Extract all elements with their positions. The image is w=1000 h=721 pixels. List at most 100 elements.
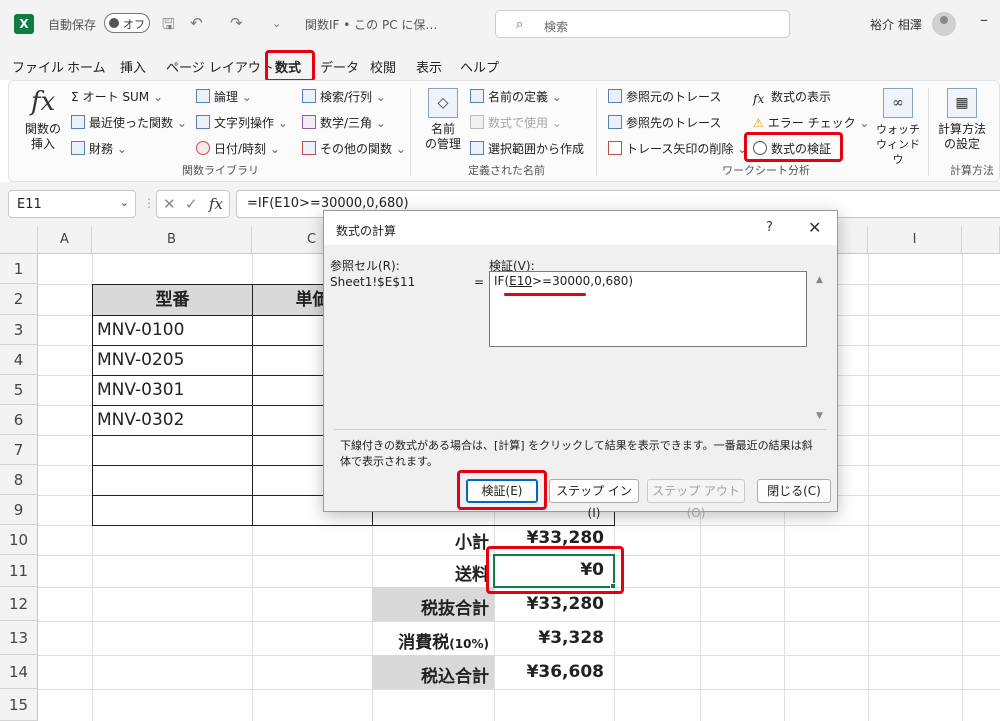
tab-file[interactable]: ファイル xyxy=(12,57,64,76)
tab-help[interactable]: ヘルプ xyxy=(460,57,499,76)
tax-value[interactable]: ¥3,328 xyxy=(494,628,604,648)
model-cell[interactable]: MNV-0205 xyxy=(92,345,253,376)
tax-label[interactable]: 消費税(10%) xyxy=(372,628,489,653)
header-model[interactable]: 型番 xyxy=(92,284,253,316)
tab-page-layout[interactable]: ページ レイアウト xyxy=(166,57,274,76)
evaluation-box[interactable]: IF(E10>=30000,0,680) xyxy=(489,271,807,347)
recent-functions-button[interactable]: 最近使った関数 ⌄ xyxy=(71,114,187,131)
scroll-up-icon[interactable]: ▲ xyxy=(816,275,823,285)
autosave-toggle-label: オフ xyxy=(123,18,145,31)
scroll-down-icon[interactable]: ▼ xyxy=(816,411,823,421)
error-checking-button[interactable]: ⚠ エラー チェック ⌄ xyxy=(753,114,869,131)
more-functions-button[interactable]: その他の関数 ⌄ xyxy=(302,140,406,157)
redo-icon[interactable]: ↷ xyxy=(230,14,243,32)
model-cell[interactable]: MNV-0302 xyxy=(92,405,253,436)
name-manager-button[interactable]: ◇ 名前 の管理 xyxy=(420,88,466,152)
row-header-6[interactable]: 6 xyxy=(0,405,38,435)
insert-function-button[interactable]: fx 関数の 挿入 xyxy=(20,88,66,152)
model-cell[interactable] xyxy=(92,495,253,526)
evaluation-scrollbar[interactable]: ▲ ▼ xyxy=(814,269,830,427)
row-header-13[interactable]: 13 xyxy=(0,621,38,655)
create-from-selection-button[interactable]: 選択範囲から作成 xyxy=(470,140,584,157)
remove-arrows-button[interactable]: トレース矢印の削除 ⌄ xyxy=(608,140,747,157)
close-button[interactable]: 閉じる(C) xyxy=(757,479,831,503)
shipping-label[interactable]: 送料 xyxy=(372,560,489,585)
trace-dependents-button[interactable]: 参照先のトレース xyxy=(608,114,721,131)
math-button[interactable]: 数学/三角 ⌄ xyxy=(302,114,386,131)
text-functions-button[interactable]: 文字列操作 ⌄ xyxy=(196,114,288,131)
select-all-corner[interactable] xyxy=(0,226,38,254)
column-header-i[interactable]: I xyxy=(868,226,962,254)
user-name[interactable]: 裕介 相澤 xyxy=(870,16,922,33)
use-in-formula-button[interactable]: 数式で使用 ⌄ xyxy=(470,114,562,131)
subtotal-value[interactable]: ¥33,280 xyxy=(494,528,604,548)
enter-icon[interactable]: ✓ xyxy=(185,195,198,213)
cancel-icon[interactable]: ✕ xyxy=(163,195,176,213)
selected-cell-e11[interactable] xyxy=(493,554,615,588)
formula-auditing-group-label: ワークシート分析 xyxy=(722,164,810,177)
customize-qat-icon[interactable]: ⌄ xyxy=(272,17,281,30)
clock-icon xyxy=(196,141,210,155)
dialog-title-bar[interactable]: 数式の計算 ? ✕ xyxy=(324,211,837,245)
document-title[interactable]: 関数IF • この PC に保… xyxy=(305,16,437,33)
row-header-9[interactable]: 9 xyxy=(0,495,38,525)
tab-home[interactable]: ホーム xyxy=(67,57,106,76)
avatar[interactable] xyxy=(932,12,956,36)
save-icon[interactable]: 🖫 xyxy=(162,14,175,39)
total-label[interactable]: 税込合計 xyxy=(372,662,489,687)
pretax-value[interactable]: ¥33,280 xyxy=(494,594,604,614)
show-formulas-button[interactable]: fx 数式の表示 xyxy=(753,88,831,106)
column-header-b[interactable]: B xyxy=(92,226,252,254)
row-header-2[interactable]: 2 xyxy=(0,284,38,315)
ribbon-separator xyxy=(596,88,597,176)
financial-button[interactable]: 財務 ⌄ xyxy=(71,140,127,157)
trace-precedents-button[interactable]: 参照元のトレース xyxy=(608,88,721,105)
tab-data[interactable]: データ xyxy=(320,57,359,76)
insert-function-icon[interactable]: fx xyxy=(209,195,223,213)
column-header-j[interactable] xyxy=(962,226,1000,254)
tab-insert[interactable]: 挿入 xyxy=(120,57,146,76)
tax-rate: (10%) xyxy=(449,637,489,651)
define-name-button[interactable]: 名前の定義 ⌄ xyxy=(470,88,562,105)
close-icon[interactable]: ✕ xyxy=(808,218,821,237)
row-header-14[interactable]: 14 xyxy=(0,655,38,689)
row-header-7[interactable]: 7 xyxy=(0,435,38,465)
lookup-button[interactable]: 検索/行列 ⌄ xyxy=(302,88,386,105)
row-header-8[interactable]: 8 xyxy=(0,465,38,495)
subtotal-label[interactable]: 小計 xyxy=(372,528,489,553)
model-cell[interactable] xyxy=(92,465,253,496)
pretax-label[interactable]: 税抜合計 xyxy=(372,594,489,619)
autosave-toggle[interactable]: オフ xyxy=(104,13,150,33)
evaluate-formula-button[interactable]: 数式の検証 xyxy=(753,140,831,157)
search-box[interactable]: ⌕ 検索 xyxy=(495,10,790,38)
calculation-options-button[interactable]: ▦ 計算方法 の設定 xyxy=(934,88,990,152)
model-cell[interactable] xyxy=(92,435,253,466)
tab-review[interactable]: 校閲 xyxy=(370,57,396,76)
logical-button[interactable]: 論理 ⌄ xyxy=(196,88,252,105)
total-value[interactable]: ¥36,608 xyxy=(494,662,604,682)
name-box[interactable]: E11 ⌄ xyxy=(8,190,136,218)
minimize-icon[interactable]: – xyxy=(980,10,988,29)
row-header-12[interactable]: 12 xyxy=(0,587,38,621)
column-header-a[interactable]: A xyxy=(38,226,92,254)
fill-handle[interactable] xyxy=(610,583,616,589)
tab-formulas[interactable]: 数式 xyxy=(275,57,301,76)
tab-view[interactable]: 表示 xyxy=(416,57,442,76)
evaluate-button[interactable]: 検証(E) xyxy=(466,479,538,503)
undo-icon[interactable]: ↶ xyxy=(190,14,203,32)
row-header-11[interactable]: 11 xyxy=(0,555,38,587)
watch-window-button[interactable]: ∞ ウォッチ ウィンドウ xyxy=(872,88,924,167)
step-in-button[interactable]: ステップ イン(I) xyxy=(549,479,639,520)
model-cell[interactable]: MNV-0301 xyxy=(92,375,253,406)
step-out-button[interactable]: ステップ アウト(O) xyxy=(647,479,745,520)
datetime-button[interactable]: 日付/時刻 ⌄ xyxy=(196,140,280,157)
row-header-10[interactable]: 10 xyxy=(0,525,38,555)
autosum-button[interactable]: Σ オート SUM ⌄ xyxy=(71,88,163,105)
help-icon[interactable]: ? xyxy=(766,220,773,235)
row-header-15[interactable]: 15 xyxy=(0,689,38,721)
row-header-5[interactable]: 5 xyxy=(0,375,38,405)
row-header-1[interactable]: 1 xyxy=(0,254,38,284)
row-header-4[interactable]: 4 xyxy=(0,345,38,375)
row-header-3[interactable]: 3 xyxy=(0,315,38,345)
model-cell[interactable]: MNV-0100 xyxy=(92,315,253,346)
